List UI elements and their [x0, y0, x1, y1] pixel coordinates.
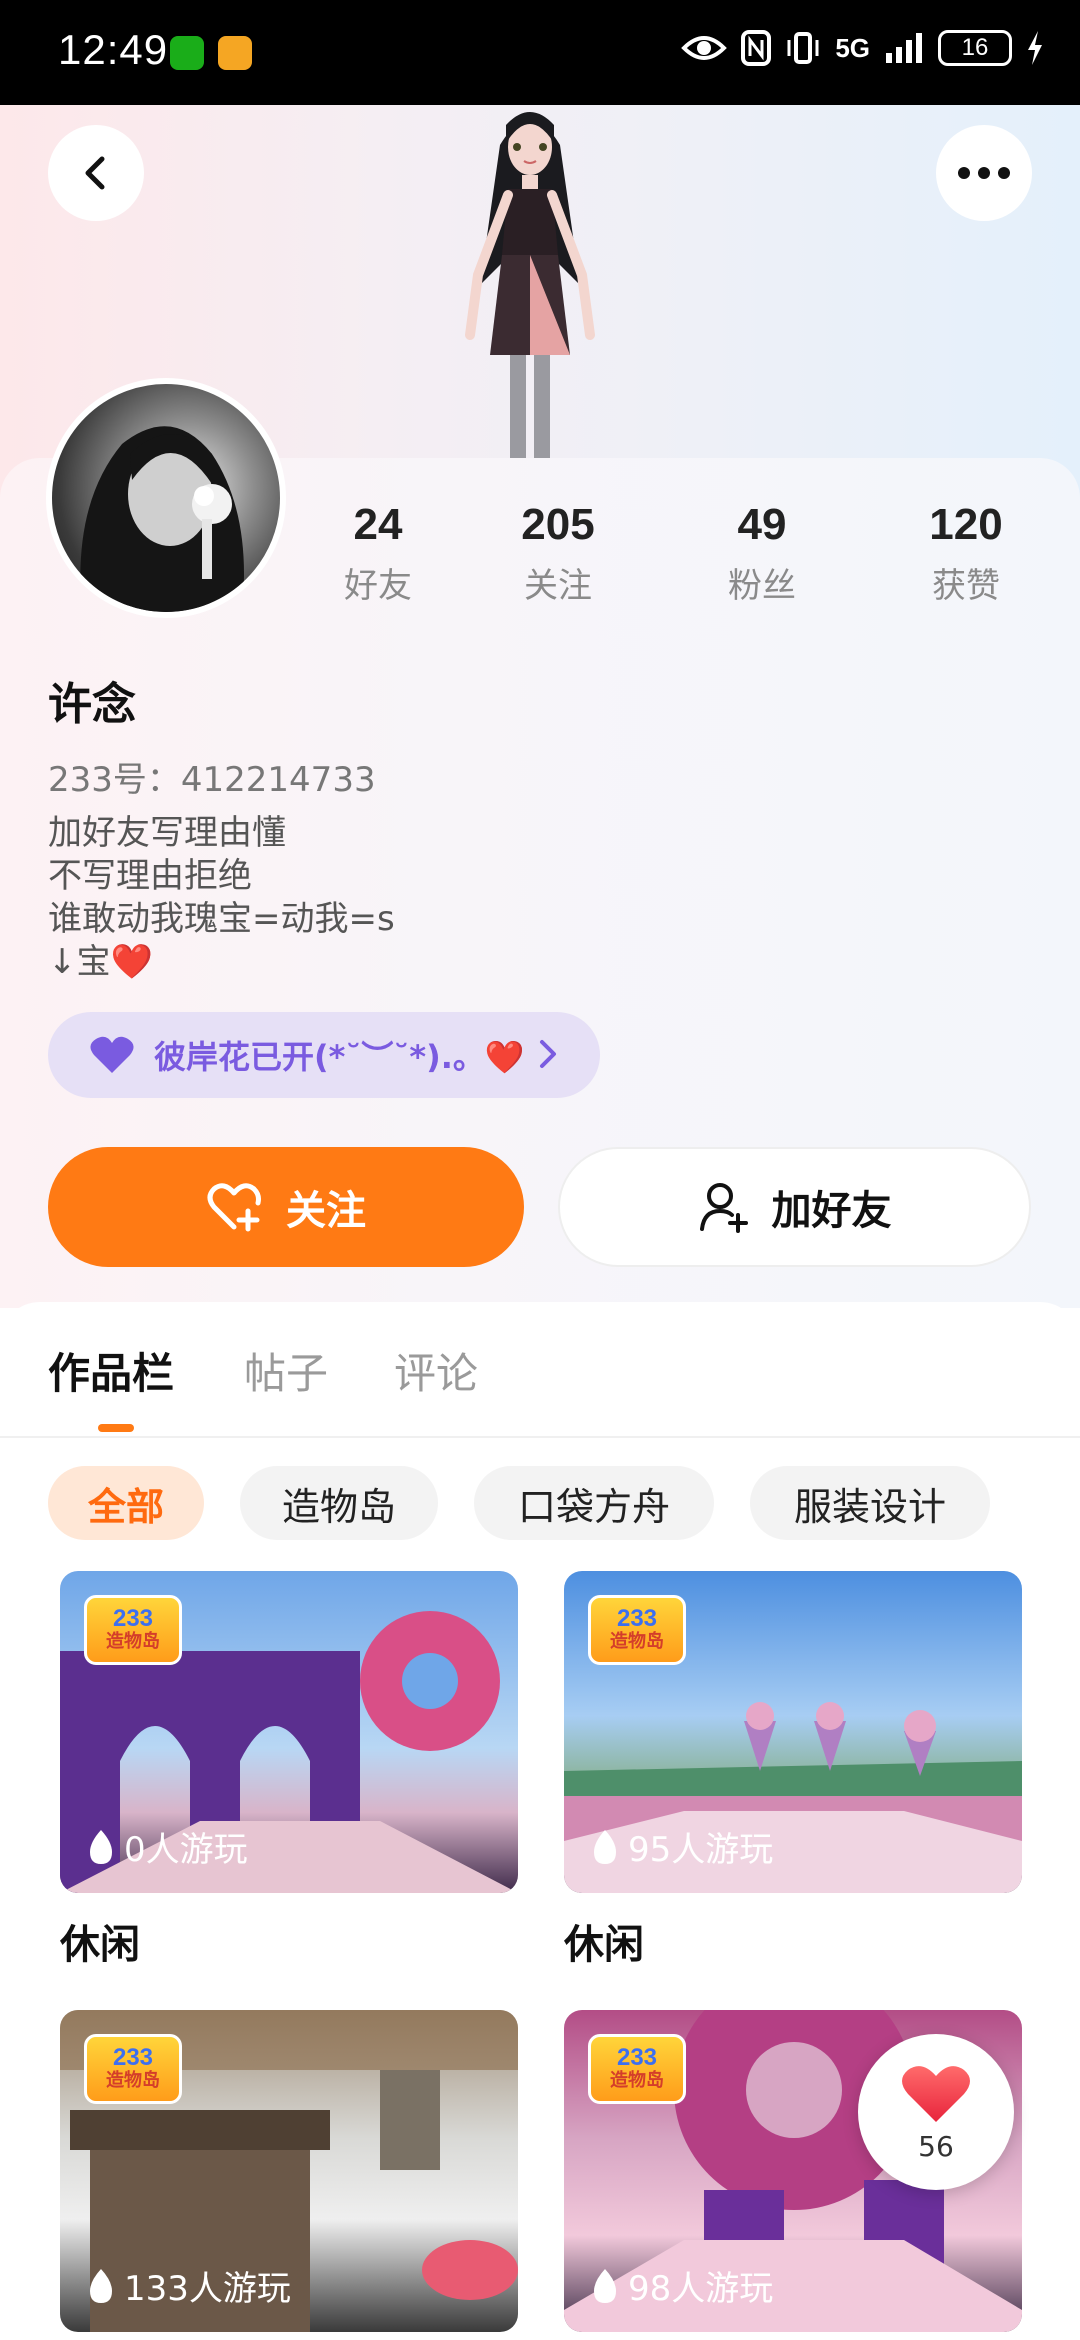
vibrate-icon	[787, 32, 819, 64]
logo-number: 233	[112, 1605, 154, 1632]
battery-indicator: 16	[938, 30, 1012, 66]
status-icons: 5G 16	[681, 30, 1044, 66]
tag-text: 彼岸花已开(*˘︶˘*).。❤️	[154, 1038, 525, 1076]
character-3d-avatar	[465, 112, 595, 460]
follow-button[interactable]: 关注	[48, 1147, 524, 1267]
stat-label: 好友	[344, 566, 412, 606]
back-icon	[85, 156, 105, 190]
eye-icon	[681, 36, 728, 60]
logo-text: 造物岛	[106, 2070, 160, 2091]
like-button[interactable]: 56	[858, 2034, 1014, 2190]
avatar[interactable]	[46, 378, 286, 618]
tab-divider	[0, 1436, 1080, 1438]
game-logo: 233 造物岛	[84, 1595, 182, 1665]
stat-value: 49	[737, 500, 787, 549]
filter-fashion-design[interactable]: 服装设计	[750, 1466, 990, 1540]
user-plus-icon	[699, 1183, 748, 1233]
logo-number: 233	[616, 2044, 658, 2071]
flame-icon	[594, 1829, 616, 1864]
more-button[interactable]	[936, 125, 1032, 221]
play-count: 0人游玩	[86, 1822, 248, 1871]
game-logo: 233 造物岛	[588, 1595, 686, 1665]
follow-label: 关注	[286, 1188, 366, 1234]
profile-bio: 加好友写理由懂 不写理由拒绝 谁敢动我瑰宝=动我=s ↓宝❤️	[48, 812, 395, 984]
filter-pocket-ark[interactable]: 口袋方舟	[474, 1466, 714, 1540]
game-card[interactable]: 233 造物岛 95人游玩	[564, 1571, 1022, 1893]
add-friend-label: 加好友	[771, 1188, 892, 1234]
play-count-text: 98人游玩	[628, 2269, 774, 2309]
stat-friends[interactable]: 24 好友	[298, 500, 458, 607]
bio-line: 不写理由拒绝	[48, 856, 252, 896]
signal-icon	[886, 33, 922, 63]
tab-works[interactable]: 作品栏	[48, 1340, 174, 1401]
play-count: 133人游玩	[86, 2261, 291, 2310]
logo-text: 造物岛	[610, 1631, 664, 1652]
add-friend-button[interactable]: 加好友	[558, 1147, 1031, 1267]
nfc-icon	[741, 30, 772, 66]
like-count: 56	[918, 2129, 954, 2163]
filter-all[interactable]: 全部	[48, 1466, 204, 1540]
stat-value: 24	[353, 500, 403, 549]
tab-comments[interactable]: 评论	[394, 1340, 478, 1401]
heart-icon	[902, 2065, 970, 2122]
chevron-right-icon	[540, 1040, 556, 1068]
back-button[interactable]	[48, 125, 144, 221]
play-count-text: 0人游玩	[124, 1830, 248, 1870]
flame-icon	[90, 2268, 112, 2303]
stat-likes[interactable]: 120 获赞	[886, 500, 1046, 607]
play-count-text: 95人游玩	[628, 1830, 774, 1870]
wechat-icon	[170, 36, 204, 70]
charging-icon	[1028, 31, 1042, 65]
heart-icon	[90, 1036, 134, 1073]
tab-posts[interactable]: 帖子	[244, 1340, 328, 1401]
profile-id[interactable]: 233号：412214733	[48, 752, 376, 801]
avatar-photo	[80, 426, 244, 612]
profile-tag-pill[interactable]: 彼岸花已开(*˘︶˘*).。❤️	[48, 1012, 600, 1098]
profile-name: 许念	[48, 679, 136, 730]
flame-icon	[90, 1829, 112, 1864]
play-count-text: 133人游玩	[124, 2269, 291, 2309]
status-time: 12:49	[58, 26, 169, 73]
logo-number: 233	[112, 2044, 154, 2071]
filter-zaowudao[interactable]: 造物岛	[240, 1466, 438, 1540]
notification-app-icon	[218, 36, 252, 70]
stat-following[interactable]: 205 关注	[478, 500, 638, 607]
stat-fans[interactable]: 49 粉丝	[682, 500, 842, 607]
stat-value: 120	[929, 500, 1003, 549]
heart-plus-icon	[207, 1183, 261, 1232]
stat-label: 获赞	[932, 566, 1000, 606]
bio-line: ↓宝❤️	[48, 942, 153, 982]
logo-text: 造物岛	[106, 1631, 160, 1652]
tab-indicator	[98, 1424, 134, 1432]
stat-value: 205	[521, 500, 595, 549]
play-count: 95人游玩	[590, 1822, 773, 1871]
stat-label: 粉丝	[728, 566, 796, 606]
game-logo: 233 造物岛	[588, 2034, 686, 2104]
bio-line: 谁敢动我瑰宝=动我=s	[48, 899, 395, 939]
game-category: 休闲	[60, 1922, 140, 1968]
logo-text: 造物岛	[610, 2070, 664, 2091]
logo-number: 233	[616, 1605, 658, 1632]
game-card[interactable]: 233 造物岛 0人游玩	[60, 1571, 518, 1893]
flame-icon	[594, 2268, 616, 2303]
game-logo: 233 造物岛	[84, 2034, 182, 2104]
game-card[interactable]: 233 造物岛 133人游玩	[60, 2010, 518, 2332]
more-icon	[958, 167, 1010, 179]
status-bar: 12:49 5G 16	[0, 0, 1080, 105]
network-type: 5G	[835, 32, 870, 63]
bio-line: 加好友写理由懂	[48, 813, 286, 853]
stat-label: 关注	[524, 566, 592, 606]
game-category: 休闲	[564, 1922, 644, 1968]
play-count: 98人游玩	[590, 2261, 773, 2310]
